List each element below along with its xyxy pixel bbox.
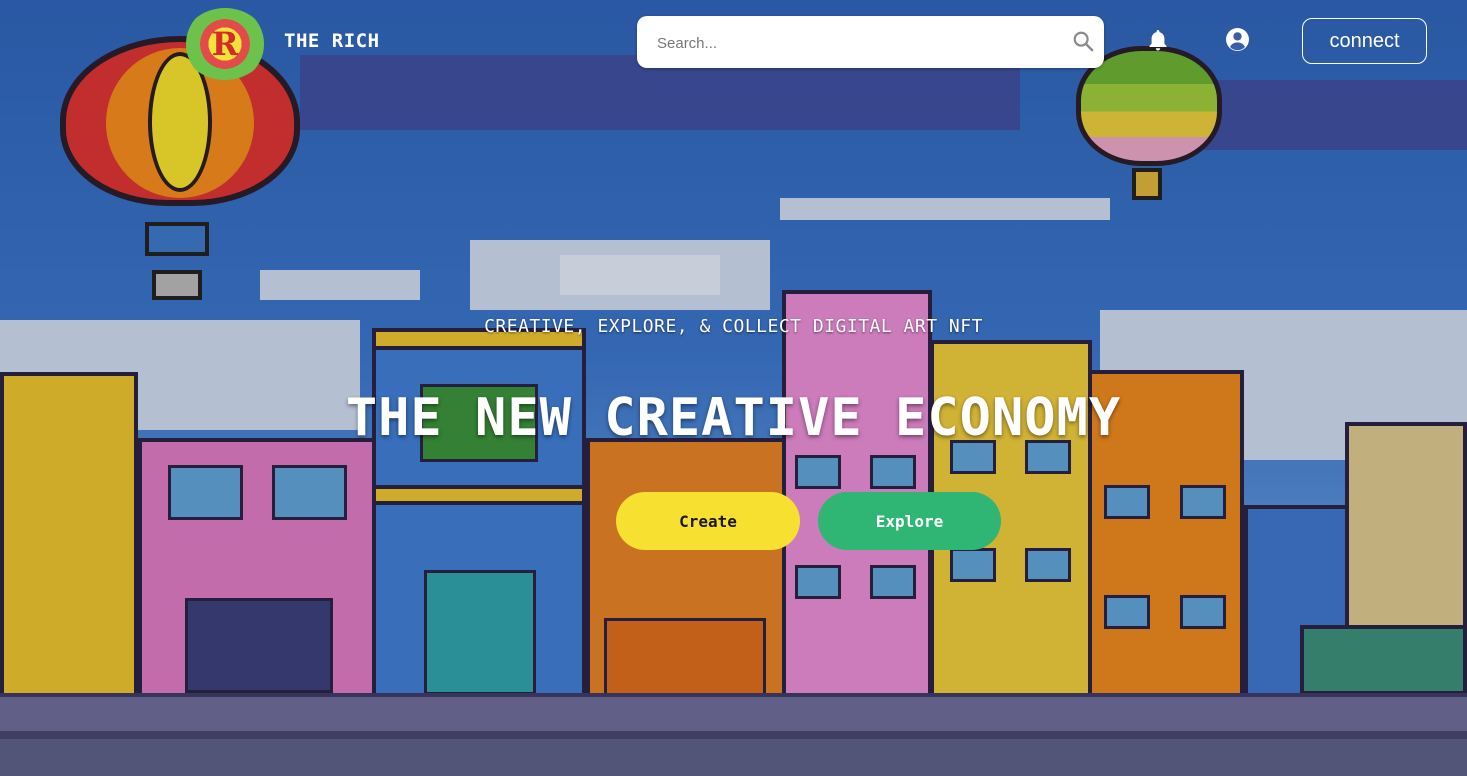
create-button[interactable]: Create	[616, 492, 800, 550]
brand-logo[interactable]: R	[183, 8, 267, 80]
explore-button[interactable]: Explore	[818, 492, 1001, 550]
brand-name[interactable]: THE RICH	[284, 30, 380, 52]
hero-headline: THE NEW CREATIVE ECONOMY	[345, 388, 1122, 448]
hero-tagline: CREATIVE, EXPLORE, & COLLECT DIGITAL ART…	[484, 316, 983, 337]
connect-button[interactable]: connect	[1302, 18, 1427, 64]
search-input[interactable]	[655, 16, 1059, 70]
bell-icon[interactable]	[1146, 28, 1170, 52]
logo-mark-icon: R	[211, 25, 239, 63]
search-icon[interactable]	[1072, 30, 1094, 52]
user-icon[interactable]	[1225, 27, 1250, 52]
search-bar	[637, 16, 1104, 70]
